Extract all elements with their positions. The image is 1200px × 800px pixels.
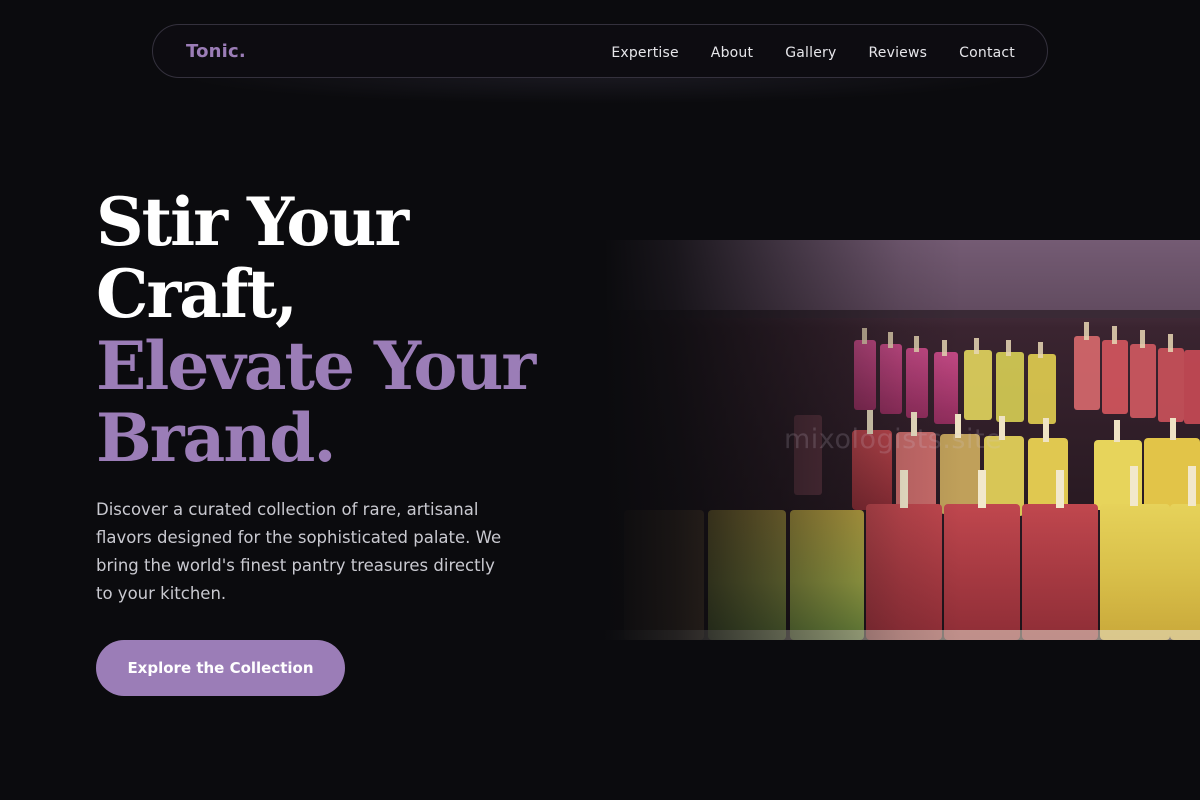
nav-link-expertise[interactable]: Expertise bbox=[611, 45, 678, 61]
nav-item-gallery: Gallery bbox=[785, 42, 836, 61]
nav-item-about: About bbox=[711, 42, 753, 61]
image-watermark: mixologists.site bbox=[784, 424, 1003, 455]
top-navigation: Tonic. Expertise About Gallery Reviews C… bbox=[152, 24, 1048, 78]
brand-logo[interactable]: Tonic. bbox=[186, 41, 246, 62]
explore-collection-button[interactable]: Explore the Collection bbox=[96, 640, 345, 696]
hero-headline: Stir Your Craft, Elevate Your Brand. bbox=[96, 186, 616, 474]
headline-line-2: Craft, bbox=[96, 255, 298, 333]
nav-link-about[interactable]: About bbox=[711, 45, 753, 61]
headline-line-4: Brand. bbox=[96, 399, 336, 477]
hero-description: Discover a curated collection of rare, a… bbox=[96, 500, 502, 603]
nav-shadow bbox=[170, 74, 1030, 104]
hero-image: mixologists.site bbox=[604, 240, 1200, 640]
headline-line-1: Stir Your bbox=[96, 183, 409, 261]
nav-item-contact: Contact bbox=[959, 42, 1015, 61]
headline-line-3: Elevate Your bbox=[96, 327, 536, 405]
nav-link-reviews[interactable]: Reviews bbox=[868, 45, 927, 61]
nav-links: Expertise About Gallery Reviews Contact bbox=[611, 42, 1015, 61]
page: Tonic. Expertise About Gallery Reviews C… bbox=[0, 0, 1200, 800]
nav-link-contact[interactable]: Contact bbox=[959, 45, 1015, 61]
nav-item-reviews: Reviews bbox=[868, 42, 927, 61]
nav-link-gallery[interactable]: Gallery bbox=[785, 45, 836, 61]
nav-item-expertise: Expertise bbox=[611, 42, 678, 61]
